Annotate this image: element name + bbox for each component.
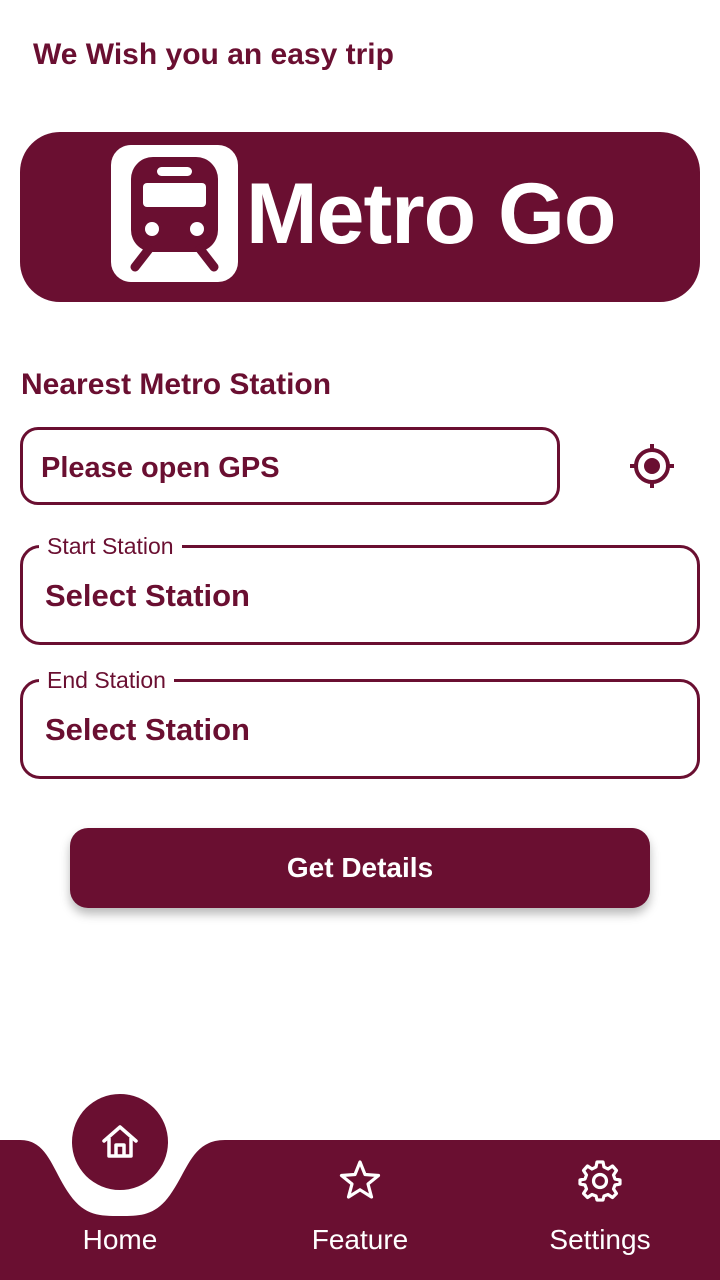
nav-item-home[interactable] <box>72 1094 168 1190</box>
get-details-button[interactable]: Get Details <box>70 828 650 908</box>
nav-label-feature: Feature <box>311 1224 409 1255</box>
app-name: Metro Go <box>246 166 616 262</box>
nearest-station-label: Nearest Metro Station <box>21 368 332 401</box>
gear-icon <box>578 1160 622 1202</box>
nearest-station-field[interactable]: Please open GPS <box>20 427 560 505</box>
start-station-label: Start Station <box>39 531 182 561</box>
bottom-navigation: Home Feature Settings <box>0 1090 720 1280</box>
nav-item-settings[interactable] <box>578 1158 622 1202</box>
home-icon <box>102 1125 138 1158</box>
end-station-dropdown[interactable]: End Station Select Station <box>20 665 700 779</box>
nav-label-settings: Settings <box>549 1224 651 1255</box>
start-station-value: Select Station <box>45 578 250 613</box>
end-station-label: End Station <box>39 665 174 695</box>
locate-button[interactable] <box>626 442 678 490</box>
app-logo <box>111 145 238 282</box>
end-station-value: Select Station <box>45 712 250 747</box>
start-station-dropdown[interactable]: Start Station Select Station <box>20 531 700 645</box>
home-screen: We Wish you an easy trip Metro Go Neares… <box>0 0 720 1280</box>
nav-label-home: Home <box>82 1224 158 1255</box>
greeting-text: We Wish you an easy trip <box>33 38 394 71</box>
gps-target-icon <box>630 444 674 488</box>
app-banner: Metro Go <box>20 132 700 302</box>
star-icon <box>339 1160 381 1199</box>
nav-item-feature[interactable] <box>338 1158 382 1202</box>
metro-train-icon <box>130 157 219 272</box>
nearest-station-value: Please open GPS <box>41 452 280 484</box>
